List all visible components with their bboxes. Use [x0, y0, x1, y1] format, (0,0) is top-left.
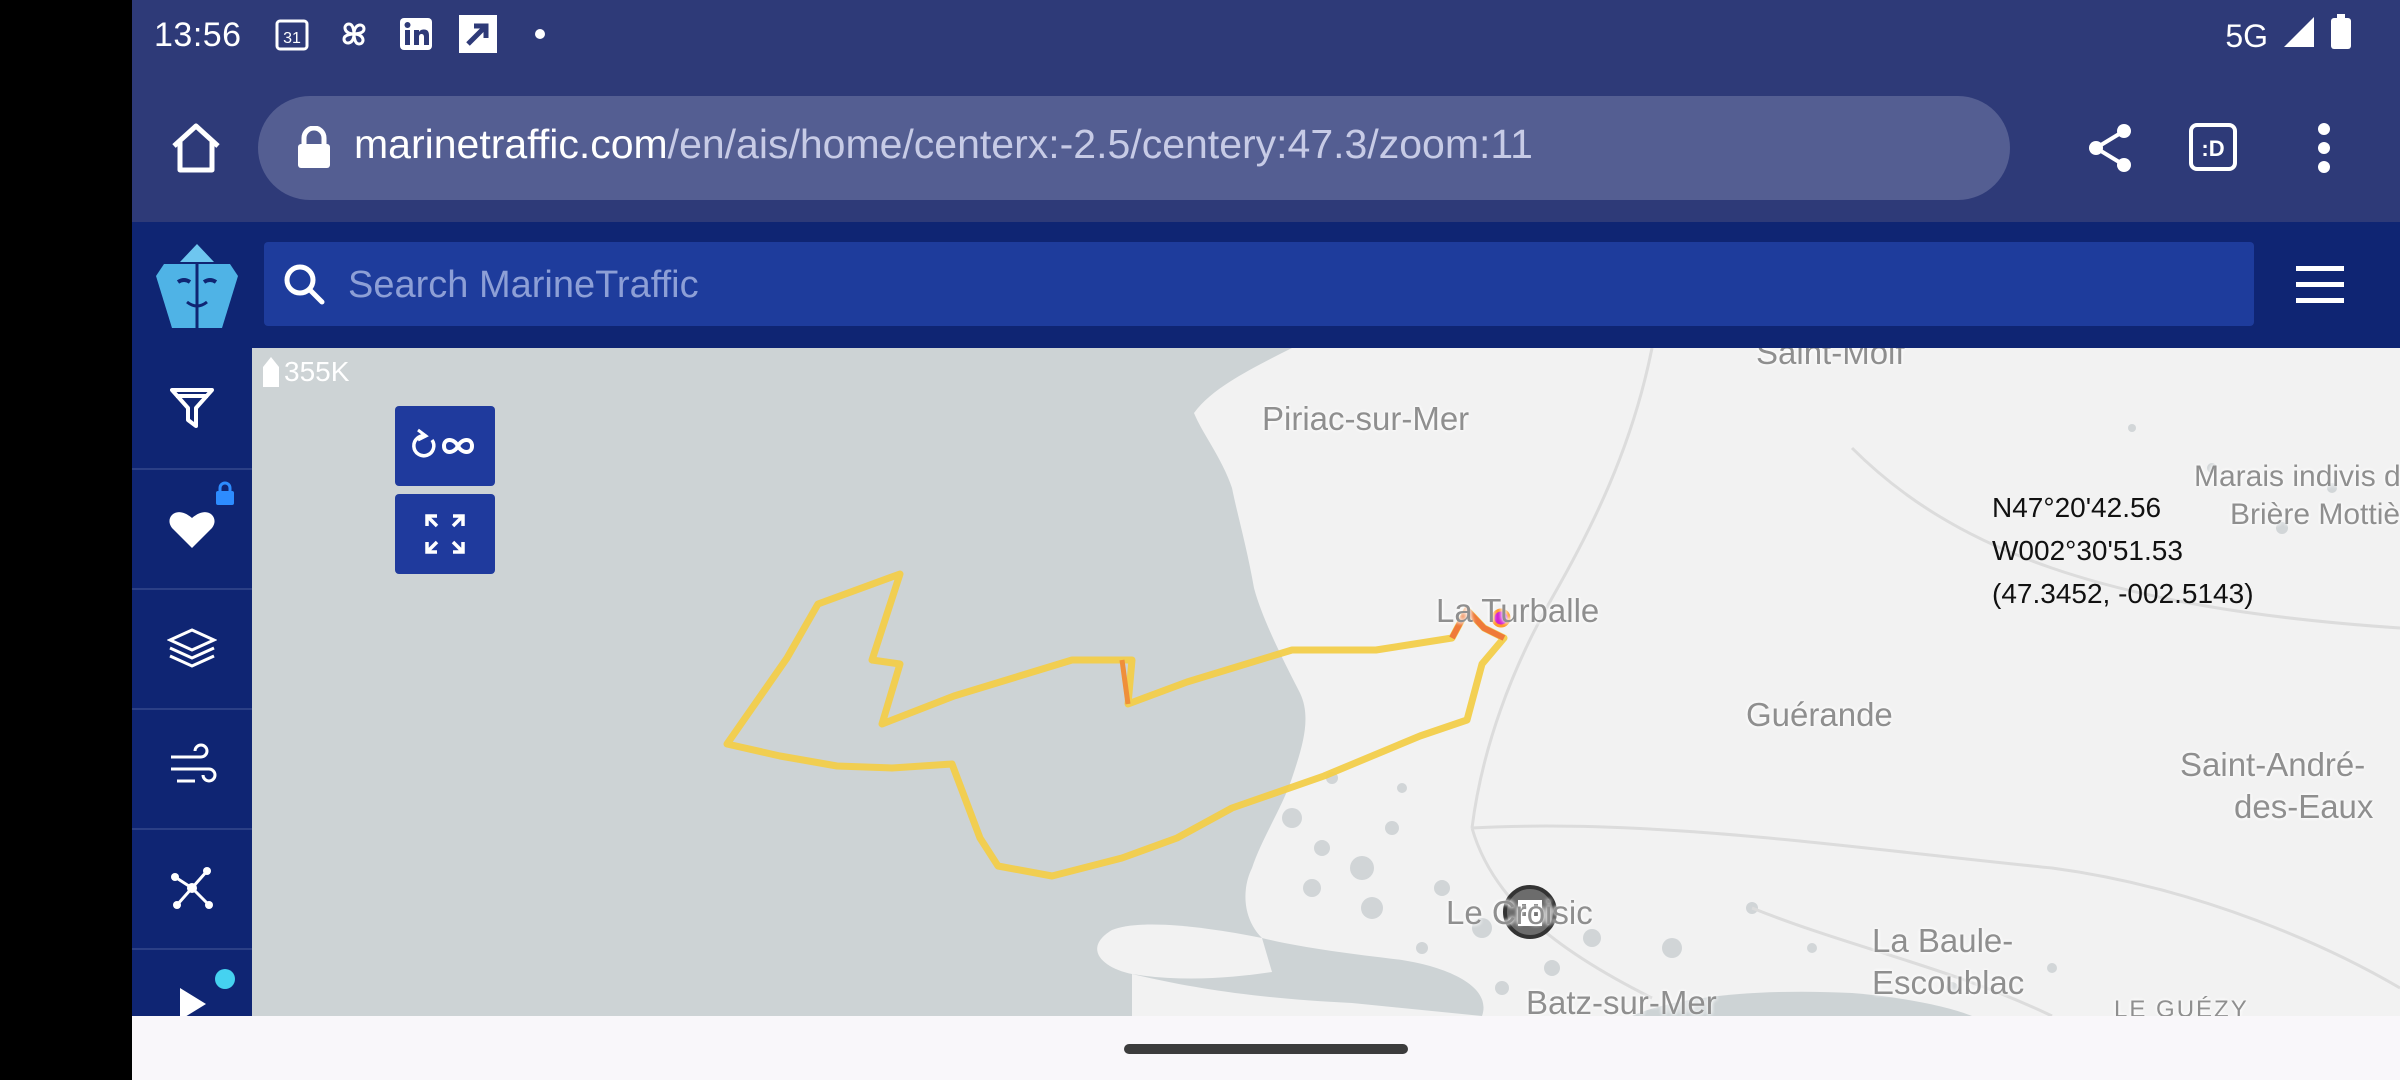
track-loop-button[interactable] [395, 406, 495, 486]
place-label: LE GUÉZY [2114, 996, 2249, 1016]
cursor-coordinates: N47°20'42.56 W002°30'51.53 (47.3452, -00… [1992, 486, 2254, 615]
place-label: La Turballe [1436, 592, 1600, 629]
url-host: marinetraffic.com [354, 121, 668, 167]
svg-text:31: 31 [283, 30, 301, 47]
vessel-count-label: 355K [284, 356, 350, 387]
url-field[interactable]: marinetraffic.com/en/ais/home/centerx:-2… [258, 96, 2010, 200]
lock-badge-icon [216, 481, 234, 505]
phone-screen: 13:56 31 5G marinetraffic.com/en/ais/hom… [132, 0, 2400, 1080]
place-label: Piriac-sur-Mer [1262, 400, 1470, 437]
browser-toolbar: marinetraffic.com/en/ais/home/centerx:-2… [132, 74, 2400, 222]
browser-menu-button[interactable] [2294, 110, 2354, 186]
map-sidebar [132, 348, 252, 1016]
pinwheel-icon [334, 14, 374, 54]
place-label: Le Croisic [1446, 894, 1593, 931]
share-icon [2089, 124, 2131, 172]
url-path: /en/ais/home/centerx:-2.5/centery:47.3/z… [667, 121, 1533, 167]
network-label: 5G [2225, 17, 2268, 54]
home-button[interactable] [162, 114, 230, 182]
hamburger-menu-icon[interactable] [2292, 258, 2348, 312]
favorites-button[interactable] [132, 468, 252, 590]
home-icon [172, 123, 220, 173]
place-label: Escoublac [1872, 964, 2025, 1001]
layers-icon [167, 628, 217, 668]
notification-dot-icon [215, 969, 235, 989]
arrow-icon [458, 14, 498, 54]
coord-lat: N47°20'42.56 [1992, 492, 2162, 523]
ship-icon [263, 357, 279, 387]
place-label: Saint-André- [2180, 746, 2366, 783]
wind-icon [171, 743, 217, 783]
vessel-track [723, 570, 1557, 939]
signal-icon [2282, 15, 2316, 57]
vessel-count: 355K [262, 356, 349, 388]
place-label: Guérande [1746, 696, 1893, 733]
play-icon [180, 988, 206, 1016]
svg-text::D: :D [2201, 136, 2224, 161]
heart-icon [169, 512, 215, 548]
play-button[interactable] [132, 948, 252, 1016]
share-button[interactable] [2072, 110, 2148, 186]
status-time: 13:56 [154, 16, 242, 54]
status-bar: 13:56 31 5G [132, 0, 2400, 74]
place-label: Saint-Molf [1756, 348, 1905, 371]
search-input[interactable] [346, 252, 2200, 318]
gesture-nav-bar [132, 1016, 2400, 1080]
filter-icon [170, 388, 214, 428]
battery-icon [2330, 14, 2352, 58]
place-label: Batz-sur-Mer [1526, 984, 1717, 1016]
place-label: La Baule- [1872, 922, 2014, 959]
weather-button[interactable] [132, 708, 252, 830]
tab-switcher-button[interactable]: :D [2178, 114, 2248, 180]
dot-icon [520, 14, 560, 54]
map-canvas[interactable]: Saint-Molf Piriac-sur-Mer Marais indivis… [252, 348, 2400, 1016]
marinetraffic-logo[interactable] [152, 242, 242, 330]
search-icon [284, 264, 325, 305]
network-icon [171, 867, 213, 909]
filter-button[interactable] [132, 348, 252, 470]
place-label: des-Eaux [2234, 788, 2374, 825]
calendar-icon: 31 [272, 14, 312, 54]
coord-lon: W002°30'51.53 [1992, 535, 2183, 566]
fullscreen-button[interactable] [395, 494, 495, 574]
place-label: Brière Mottière [2230, 498, 2400, 531]
home-gesture-handle[interactable] [1124, 1044, 1408, 1054]
layers-button[interactable] [132, 588, 252, 710]
fullscreen-icon [425, 514, 465, 554]
lock-icon [298, 126, 330, 168]
coord-decimal: (47.3452, -002.5143) [1992, 578, 2254, 609]
linkedin-icon [396, 14, 436, 54]
search-box[interactable] [264, 242, 2254, 326]
more-vert-icon [2318, 123, 2330, 173]
app-header [132, 222, 2400, 348]
loop-icon [412, 428, 475, 458]
network-button[interactable] [132, 828, 252, 950]
